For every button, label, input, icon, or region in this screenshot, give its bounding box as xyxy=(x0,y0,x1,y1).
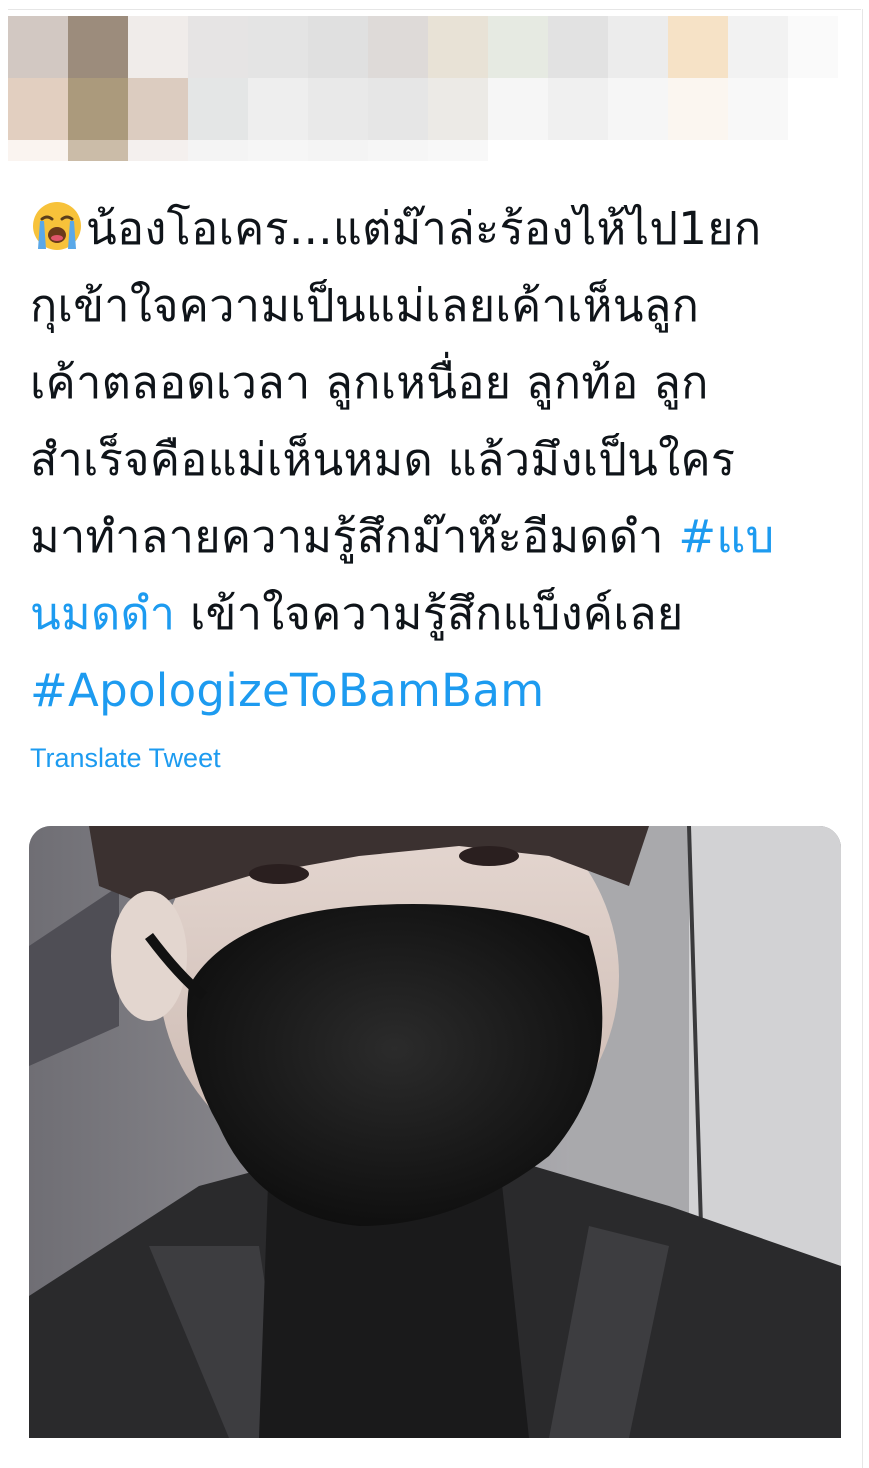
hashtag-link-part2[interactable]: นมดดำ xyxy=(30,587,175,640)
tweet-line-1-text: น้องโอเคร...แต่ม๊าล่ะร้องไห้ไป1ยก xyxy=(86,202,762,255)
tweet-line-3: เค้าตลอดเวลา ลูกเหนื่อย ลูกท้อ ลูก xyxy=(30,356,709,409)
tweet-line-2: กุเข้าใจความเป็นแม่เลยเค้าเห็นลูก xyxy=(30,279,700,332)
top-divider xyxy=(8,9,861,10)
tweet-line-5: มาทำลายความรู้สึกม๊าห๊ะอีมดดำ #แบ xyxy=(30,498,850,575)
tweet-media-image[interactable] xyxy=(29,826,841,1438)
translate-tweet-link[interactable]: Translate Tweet xyxy=(30,743,221,774)
loudly-crying-face-icon xyxy=(30,199,84,253)
tweet-line-4: สำเร็จคือแม่เห็นหมด แล้วมึงเป็นใคร xyxy=(30,433,736,486)
tweet-screenshot: น้องโอเคร...แต่ม๊าล่ะร้องไห้ไป1ยก กุเข้า… xyxy=(0,0,869,1468)
tweet-line-6: นมดดำ เข้าใจความรู้สึกแบ็งค์เลย xyxy=(30,575,850,652)
tweet-line-6-text: เข้าใจความรู้สึกแบ็งค์เลย xyxy=(189,587,684,640)
hashtag-apologize-link[interactable]: #ApologizeToBamBam xyxy=(30,664,544,717)
tweet-line-7: #ApologizeToBamBam xyxy=(30,652,850,729)
hashtag-link-part1[interactable]: #แบ xyxy=(678,510,774,563)
tweet-line-1: น้องโอเคร...แต่ม๊าล่ะร้องไห้ไป1ยก xyxy=(30,190,850,267)
censored-user-header xyxy=(8,16,838,161)
right-divider xyxy=(862,9,863,1468)
tweet-line-5-text: มาทำลายความรู้สึกม๊าห๊ะอีมดดำ xyxy=(30,510,679,563)
tweet-body: น้องโอเคร...แต่ม๊าล่ะร้องไห้ไป1ยก กุเข้า… xyxy=(30,190,850,729)
